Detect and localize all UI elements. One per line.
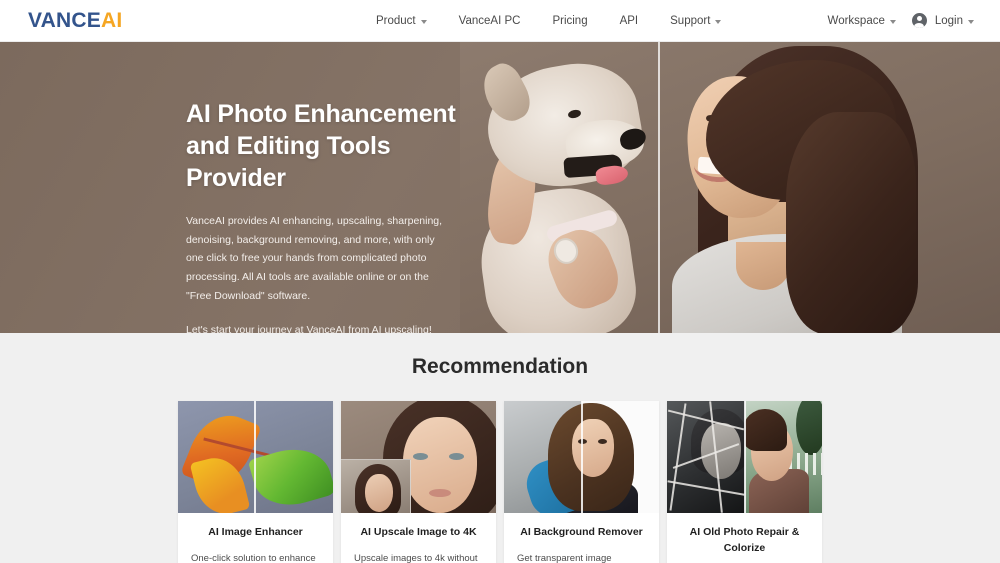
card-title: AI Background Remover: [520, 526, 643, 538]
hero-banner: AI Photo Enhancement and Editing Tools P…: [0, 42, 1000, 333]
nav-item-vanceai-pc[interactable]: VanceAI PC: [443, 15, 537, 27]
inset-face-shape: [365, 474, 393, 512]
card-title: AI Upscale Image to 4K: [360, 526, 477, 538]
card-ai-old-photo-repair-colorize[interactable]: AI Old Photo Repair & Colorize Auto colo…: [667, 401, 822, 563]
restored-hair-shape: [745, 409, 787, 451]
chevron-down-icon: [420, 19, 427, 24]
card-thumbnail-background-removal: [504, 401, 659, 513]
low-resolution-inset: [341, 459, 411, 513]
workspace-menu[interactable]: Workspace: [820, 15, 904, 27]
card-thumbnail-portrait: [341, 401, 496, 513]
nav-label-vanceai-pc: VanceAI PC: [458, 14, 521, 27]
card-body: AI Background Remover Get transparent im…: [504, 513, 659, 563]
card-thumbnail-leaf: [178, 401, 333, 513]
hero-image-woman-with-dog: [460, 42, 1000, 333]
chevron-down-icon: [968, 19, 974, 24]
card-description: Upscale images to 4k without any quality…: [354, 552, 478, 563]
nav-label-support: Support: [670, 14, 711, 27]
chevron-down-icon: [715, 19, 722, 24]
portrait-lip-shape: [429, 489, 451, 497]
crack-line: [669, 403, 687, 511]
hero-tagline: Let's start your journey at VanceAI from…: [186, 324, 432, 333]
card-body: AI Old Photo Repair & Colorize Auto colo…: [667, 513, 822, 563]
login-menu[interactable]: Login: [904, 13, 982, 28]
nav-label-api: API: [619, 14, 639, 27]
portrait-eye-shape: [413, 453, 428, 460]
hero-content: AI Photo Enhancement and Editing Tools P…: [186, 98, 486, 333]
nav-label-product: Product: [376, 14, 416, 27]
subject-face-shape: [572, 419, 614, 477]
hero-description: VanceAI provides AI enhancing, upscaling…: [186, 215, 443, 302]
site-header: VANCEAI Product VanceAI PC Pricing API S…: [0, 0, 1000, 42]
nav-item-api[interactable]: API: [604, 15, 655, 27]
login-label: Login: [934, 14, 963, 27]
before-after-divider: [658, 42, 660, 333]
nav-item-pricing[interactable]: Pricing: [536, 15, 603, 27]
crack-line: [667, 480, 745, 496]
before-after-divider: [581, 401, 583, 513]
workspace-label: Workspace: [827, 14, 885, 27]
card-body: AI Image Enhancer One-click solution to …: [178, 513, 333, 563]
damaged-photo-half: [667, 401, 745, 513]
nav-label-pricing: Pricing: [552, 14, 588, 27]
recommendation-card-list: AI Image Enhancer One-click solution to …: [0, 401, 1000, 563]
card-title: AI Old Photo Repair & Colorize: [689, 526, 800, 554]
woman-hair-side-shape: [786, 112, 916, 333]
background-foliage-shape: [796, 401, 822, 455]
woman-neckline-shape: [736, 242, 790, 290]
card-body: AI Upscale Image to 4K Upscale images to…: [341, 513, 496, 563]
card-description: Get transparent image background with AI…: [517, 552, 612, 563]
main-navigation: Product VanceAI PC Pricing API Support: [360, 15, 737, 27]
nav-item-product[interactable]: Product: [360, 15, 443, 27]
logo[interactable]: VANCEAI: [28, 9, 122, 33]
card-ai-background-remover[interactable]: AI Background Remover Get transparent im…: [504, 401, 659, 563]
header-account-area: Workspace Login: [820, 13, 982, 28]
portrait-face-shape: [403, 417, 477, 513]
card-title: AI Image Enhancer: [208, 526, 303, 538]
subject-eye-shape: [598, 439, 607, 444]
chevron-down-icon: [889, 19, 896, 24]
card-ai-upscale-image-to-4k[interactable]: AI Upscale Image to 4K Upscale images to…: [341, 401, 496, 563]
user-avatar-icon: [911, 13, 927, 28]
portrait-eye-shape: [449, 453, 464, 460]
recommendation-title: Recommendation: [411, 355, 589, 378]
restored-photo-half: [745, 401, 822, 513]
recommendation-section: Recommendation AI Image Enhancer One-cli…: [0, 333, 1000, 563]
before-after-divider: [744, 401, 746, 513]
hero-title: AI Photo Enhancement and Editing Tools P…: [186, 100, 456, 192]
card-description: One-click solution to enhance image deta…: [191, 552, 316, 563]
logo-text-ai: AI: [100, 8, 123, 32]
card-thumbnail-old-photo-repair: [667, 401, 822, 513]
nav-item-support[interactable]: Support: [654, 15, 737, 27]
card-ai-image-enhancer[interactable]: AI Image Enhancer One-click solution to …: [178, 401, 333, 563]
logo-text-vance: VANCE: [28, 8, 101, 32]
before-after-divider: [254, 401, 256, 513]
